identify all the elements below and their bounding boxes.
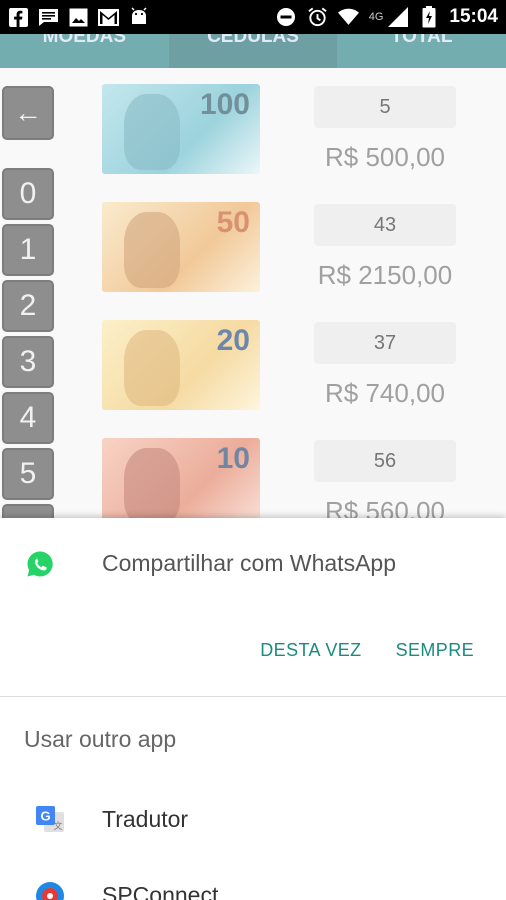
spconnect-icon bbox=[34, 880, 66, 900]
svg-text:文: 文 bbox=[53, 820, 62, 832]
clock: 15:04 bbox=[449, 6, 498, 27]
scrim-overlay[interactable] bbox=[0, 34, 506, 518]
image-icon bbox=[68, 7, 89, 27]
divider bbox=[0, 696, 506, 697]
gmail-icon bbox=[98, 7, 119, 27]
just-once-button[interactable]: DESTA VEZ bbox=[260, 640, 361, 661]
android-icon bbox=[128, 7, 149, 27]
message-icon bbox=[38, 7, 59, 27]
facebook-icon bbox=[8, 7, 29, 27]
svg-text:G: G bbox=[40, 809, 50, 824]
app-name: Tradutor bbox=[102, 806, 189, 832]
choice-buttons: DESTA VEZ SEMPRE bbox=[260, 640, 474, 661]
always-button[interactable]: SEMPRE bbox=[396, 640, 474, 661]
google-translate-icon: G文 bbox=[34, 804, 66, 836]
alarm-icon bbox=[307, 7, 328, 27]
signal-icon bbox=[387, 7, 408, 27]
share-bottom-sheet: Compartilhar com WhatsApp DESTA VEZ SEMP… bbox=[0, 518, 506, 900]
battery-charging-icon bbox=[418, 6, 439, 28]
share-title: Compartilhar com WhatsApp bbox=[102, 550, 396, 576]
whatsapp-icon bbox=[26, 550, 54, 578]
app-option-tradutor[interactable]: G文 Tradutor bbox=[0, 788, 506, 848]
app-name: SPConnect bbox=[102, 882, 219, 900]
app-option-spconnect[interactable]: SPConnect bbox=[0, 864, 506, 900]
do-not-disturb-icon bbox=[276, 7, 297, 27]
wifi-icon bbox=[337, 7, 359, 27]
status-bar: 4G 15:04 bbox=[0, 0, 506, 34]
default-app-row: Compartilhar com WhatsApp bbox=[0, 538, 506, 588]
network-type: 4G bbox=[368, 11, 384, 23]
other-app-heading: Usar outro app bbox=[24, 726, 177, 752]
